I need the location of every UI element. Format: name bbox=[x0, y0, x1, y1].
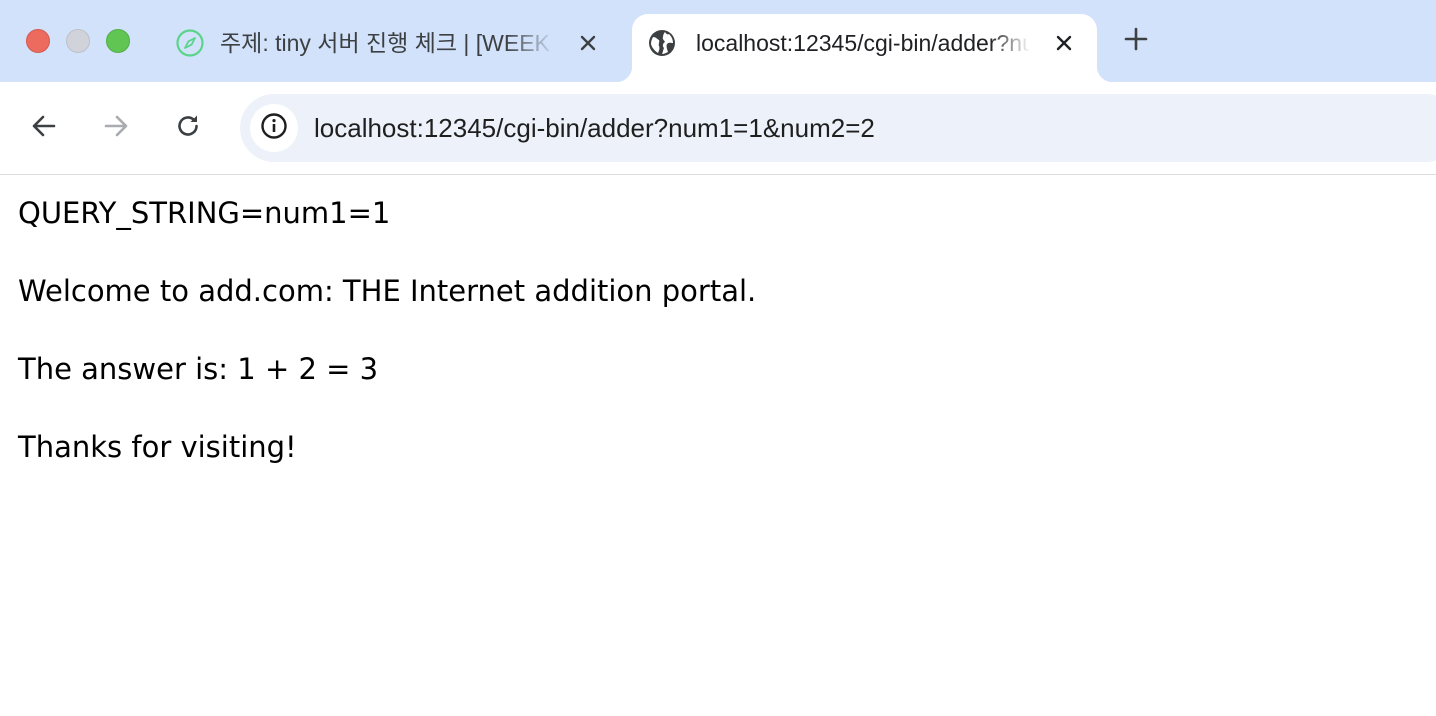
browser-toolbar: localhost:12345/cgi-bin/adder?num1=1&num… bbox=[0, 82, 1436, 175]
forward-button[interactable] bbox=[100, 112, 132, 144]
reload-button[interactable] bbox=[172, 112, 204, 144]
thanks-line: Thanks for visiting! bbox=[18, 430, 297, 464]
back-button[interactable] bbox=[28, 112, 60, 144]
tab-title: localhost:12345/cgi-bin/adder?num1=1&num… bbox=[696, 30, 1030, 56]
arrow-left-icon bbox=[30, 112, 58, 145]
url-text[interactable]: localhost:12345/cgi-bin/adder?num1=1&num… bbox=[314, 111, 875, 145]
window-minimize-button[interactable] bbox=[66, 29, 90, 53]
plus-icon bbox=[1124, 27, 1148, 56]
arrow-right-icon bbox=[102, 112, 130, 145]
tab-close-icon[interactable] bbox=[1050, 29, 1078, 57]
tab-close-icon[interactable] bbox=[574, 29, 602, 57]
new-tab-button[interactable] bbox=[1120, 25, 1152, 57]
tab-active[interactable]: localhost:12345/cgi-bin/adder?num1=1&num… bbox=[616, 14, 1113, 82]
info-icon bbox=[260, 112, 288, 145]
tab-inactive[interactable]: 주제: tiny 서버 진행 체크 | [WEEK bbox=[160, 14, 610, 82]
tab-strip: 주제: tiny 서버 진행 체크 | [WEEK localhost:1234… bbox=[0, 0, 1436, 82]
welcome-line: Welcome to add.com: THE Internet additio… bbox=[18, 274, 757, 308]
globe-icon bbox=[646, 27, 678, 59]
query-string-line: QUERY_STRING=num1=1 bbox=[18, 196, 391, 230]
compass-icon bbox=[174, 27, 206, 59]
site-info-button[interactable] bbox=[250, 104, 298, 152]
window-maximize-button[interactable] bbox=[106, 29, 130, 53]
reload-icon bbox=[174, 112, 202, 145]
answer-line: The answer is: 1 + 2 = 3 bbox=[18, 352, 379, 386]
window-close-button[interactable] bbox=[26, 29, 50, 53]
tab-title: 주제: tiny 서버 진행 체크 | [WEEK bbox=[220, 30, 550, 56]
address-bar[interactable]: localhost:12345/cgi-bin/adder?num1=1&num… bbox=[240, 94, 1436, 162]
